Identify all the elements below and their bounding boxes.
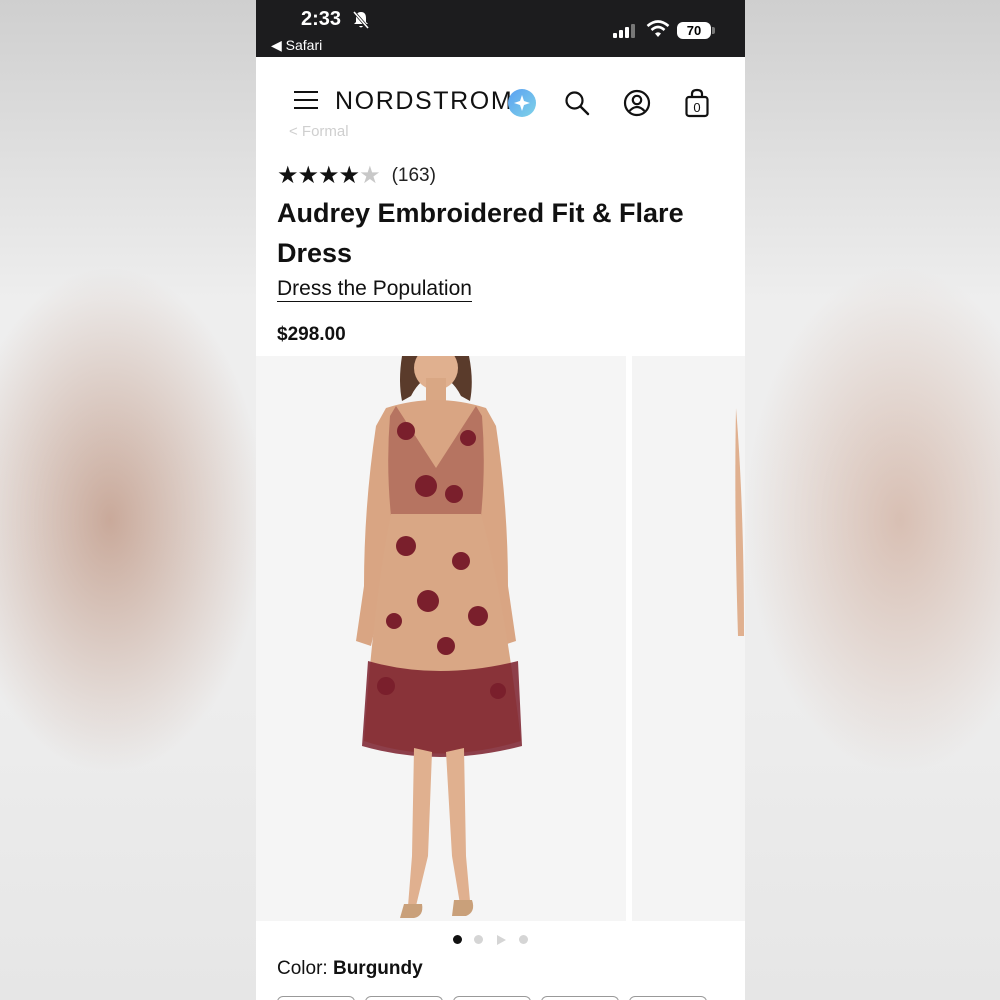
battery-indicator: 70 (677, 22, 711, 39)
color-swatch[interactable] (453, 996, 531, 1000)
play-video-icon[interactable] (497, 935, 506, 945)
sparkle-icon[interactable] (508, 89, 536, 117)
battery-tip (712, 27, 715, 34)
wifi-icon (646, 20, 670, 37)
status-bar: 2:33 ◀ Safari 70 (256, 0, 745, 57)
account-icon[interactable] (623, 89, 651, 117)
product-photo-next[interactable] (632, 356, 745, 921)
selected-color: Color: Burgundy (277, 958, 423, 980)
gallery-dot[interactable] (453, 935, 462, 944)
color-swatch[interactable] (277, 996, 355, 1000)
color-swatch[interactable] (541, 996, 619, 1000)
color-swatch[interactable] (629, 996, 707, 1000)
star-filled-icon: ★ (318, 162, 339, 189)
color-swatch[interactable] (365, 996, 443, 1000)
back-to-safari-link[interactable]: ◀ Safari (271, 37, 322, 54)
product-title: Audrey Embroidered Fit & Flare Dress (277, 198, 684, 268)
gallery-dot[interactable] (474, 935, 483, 944)
color-value: Burgundy (332, 958, 423, 979)
menu-icon[interactable] (294, 90, 318, 110)
review-count: (163) (391, 164, 436, 186)
color-swatches (277, 996, 745, 1000)
star-filled-icon: ★ (338, 162, 360, 189)
bag-count: 0 (693, 100, 700, 115)
gallery-pagination (256, 935, 745, 947)
brand-link[interactable]: Dress the Population (277, 277, 472, 302)
silent-bell-icon (352, 11, 370, 29)
product-price: $298.00 (277, 324, 346, 345)
star-filled-icon: ★ (297, 162, 319, 189)
rating-stars: ★★★★★ (277, 161, 381, 190)
phone-screen: 2:33 ◀ Safari 70 NORDSTROM 0 < Formal ★★… (256, 0, 745, 1000)
gallery-dot[interactable] (519, 935, 528, 944)
nordstrom-logo[interactable]: NORDSTROM (335, 87, 513, 116)
product-rating[interactable]: ★★★★★ (163) (277, 161, 436, 190)
search-icon[interactable] (564, 90, 590, 116)
star-empty-icon: ★ (359, 162, 380, 189)
star-filled-icon: ★ (277, 162, 298, 189)
product-photo[interactable] (256, 346, 626, 921)
product-gallery[interactable] (256, 346, 745, 921)
bag-icon[interactable]: 0 (684, 88, 710, 118)
breadcrumb[interactable]: < Formal (289, 123, 349, 140)
cellular-signal-icon (613, 24, 635, 38)
color-label: Color: (277, 958, 333, 979)
status-time: 2:33 (301, 8, 342, 30)
